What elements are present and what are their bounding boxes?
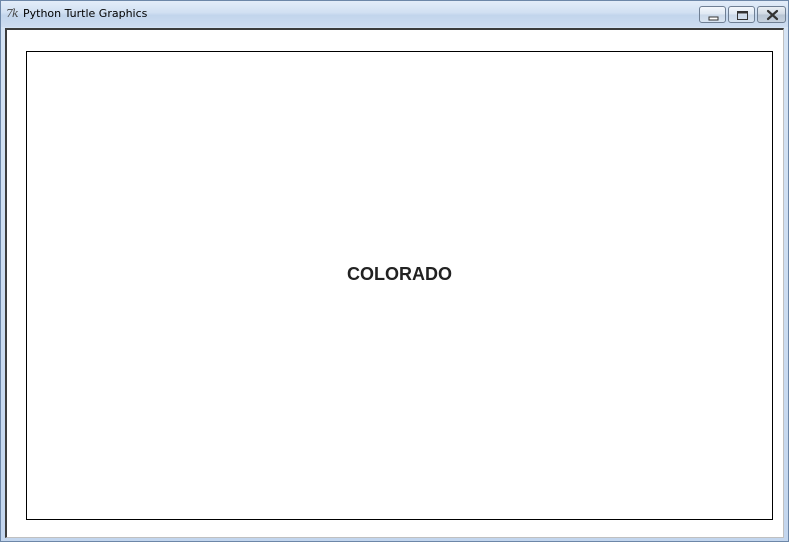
maximize-button[interactable]: [728, 6, 755, 23]
canvas-text: COLORADO: [347, 264, 452, 284]
close-button[interactable]: [757, 6, 786, 23]
minimize-icon: [708, 16, 719, 21]
minimize-button[interactable]: [699, 6, 726, 23]
turtle-canvas[interactable]: COLORADO: [26, 51, 773, 520]
close-icon: [766, 9, 779, 21]
window-title: Python Turtle Graphics: [23, 7, 148, 20]
app-window: 7k Python Turtle Graphics COLORADO: [0, 0, 789, 542]
title-bar[interactable]: 7k Python Turtle Graphics: [1, 1, 788, 27]
window-client-area: COLORADO: [5, 28, 784, 538]
tk-app-icon[interactable]: 7k: [6, 6, 22, 22]
maximize-icon: [737, 11, 748, 20]
